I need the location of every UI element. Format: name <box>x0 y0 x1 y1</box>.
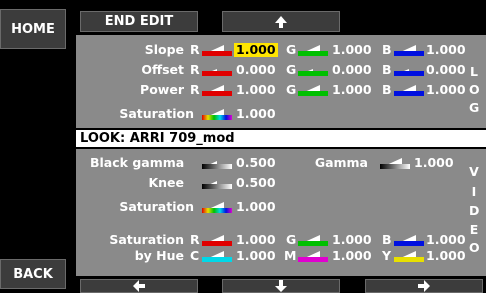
arrow-up-icon <box>275 15 287 28</box>
black-gamma-value[interactable]: 0.500 <box>236 156 276 170</box>
offset-label: Offset <box>141 62 184 77</box>
gamma-value[interactable]: 1.000 <box>414 156 454 170</box>
hue-g-value[interactable]: 1.000 <box>332 233 372 247</box>
offset-g-value[interactable]: 0.000 <box>332 63 372 77</box>
power-r-value[interactable]: 1.000 <box>236 83 276 97</box>
power-g-slider[interactable] <box>298 83 328 97</box>
hue-r-slider[interactable] <box>202 233 232 247</box>
video-side-label-d: D <box>469 203 480 218</box>
offset-b-slider[interactable] <box>394 63 424 77</box>
video-panel: Black gamma 0.500 Gamma 1.000 Knee 0.500… <box>76 149 486 276</box>
end-edit-label: END EDIT <box>104 14 174 29</box>
home-button[interactable]: HOME <box>0 9 66 49</box>
arrow-left-icon <box>133 280 145 292</box>
power-b-slider[interactable] <box>394 83 424 97</box>
slope-g-slider[interactable] <box>298 43 328 57</box>
hue-b-value[interactable]: 1.000 <box>426 233 466 247</box>
video-saturation-value[interactable]: 1.000 <box>236 200 276 214</box>
hue-g-slider[interactable] <box>298 233 328 247</box>
slope-b-channel: B <box>382 42 392 57</box>
slope-r-slider[interactable] <box>202 43 232 57</box>
hue-r-value[interactable]: 1.000 <box>236 233 276 247</box>
offset-b-channel: B <box>382 62 392 77</box>
left-button[interactable] <box>80 279 198 293</box>
offset-g-channel: G <box>286 62 297 77</box>
power-b-value[interactable]: 1.000 <box>426 83 466 97</box>
hue-m-slider[interactable] <box>298 249 328 263</box>
black-gamma-label: Black gamma <box>90 155 185 170</box>
slope-b-value[interactable]: 1.000 <box>426 43 466 57</box>
knee-value[interactable]: 0.500 <box>236 176 276 190</box>
slope-label: Slope <box>144 42 184 57</box>
end-edit-button[interactable]: END EDIT <box>80 11 198 32</box>
black-gamma-slider[interactable] <box>202 156 232 170</box>
hue-y-value[interactable]: 1.000 <box>426 249 466 263</box>
look-title: LOOK: ARRI 709_mod <box>76 130 486 147</box>
log-panel: Slope R 1.000 G 1.000 B 1.000 Offset R 0… <box>76 35 486 128</box>
right-button[interactable] <box>365 279 483 293</box>
hue-m-channel: M <box>284 248 297 263</box>
log-saturation-slider[interactable] <box>202 107 232 121</box>
video-side-label-v: V <box>469 164 479 179</box>
slope-g-channel: G <box>286 42 297 57</box>
hue-b-slider[interactable] <box>394 233 424 247</box>
sat-by-hue-label-2: by Hue <box>134 248 184 263</box>
offset-r-channel: R <box>190 62 200 77</box>
back-label: BACK <box>13 266 53 282</box>
hue-c-value[interactable]: 1.000 <box>236 249 276 263</box>
slope-r-value[interactable]: 1.000 <box>234 43 278 57</box>
video-side-label-o: O <box>469 240 480 255</box>
home-label: HOME <box>11 21 55 37</box>
power-r-slider[interactable] <box>202 83 232 97</box>
power-g-value[interactable]: 1.000 <box>332 83 372 97</box>
knee-label: Knee <box>148 175 184 190</box>
gamma-slider[interactable] <box>380 156 410 170</box>
hue-y-slider[interactable] <box>394 249 424 263</box>
hue-b-channel: B <box>382 232 392 247</box>
hue-y-channel: Y <box>382 248 392 263</box>
back-button[interactable]: BACK <box>0 259 66 289</box>
power-label: Power <box>140 82 184 97</box>
power-r-channel: R <box>190 82 200 97</box>
knee-slider[interactable] <box>202 176 232 190</box>
hue-r-channel: R <box>190 232 200 247</box>
video-side-label-i: I <box>471 184 477 199</box>
hue-g-channel: G <box>286 232 297 247</box>
video-saturation-label: Saturation <box>119 199 194 214</box>
log-side-label-g: G <box>469 100 480 115</box>
slope-r-channel: R <box>190 42 200 57</box>
down-button[interactable] <box>222 279 340 293</box>
log-saturation-value[interactable]: 1.000 <box>236 107 276 121</box>
log-saturation-label: Saturation <box>119 106 194 121</box>
hue-m-value[interactable]: 1.000 <box>332 249 372 263</box>
arrow-down-icon <box>275 280 287 292</box>
offset-r-slider[interactable] <box>202 63 232 77</box>
video-side-label-e: E <box>469 222 479 237</box>
offset-r-value[interactable]: 0.000 <box>236 63 276 77</box>
sat-by-hue-label-1: Saturation <box>109 232 184 247</box>
hue-c-channel: C <box>190 248 200 263</box>
slope-g-value[interactable]: 1.000 <box>332 43 372 57</box>
arrow-right-icon <box>418 280 430 292</box>
gamma-label: Gamma <box>314 155 368 170</box>
power-g-channel: G <box>286 82 297 97</box>
offset-b-value[interactable]: 0.000 <box>426 63 466 77</box>
hue-c-slider[interactable] <box>202 249 232 263</box>
log-side-label-l: L <box>470 64 478 79</box>
log-side-label-o: O <box>469 82 480 97</box>
video-saturation-slider[interactable] <box>202 200 232 214</box>
up-button[interactable] <box>222 11 340 32</box>
slope-b-slider[interactable] <box>394 43 424 57</box>
offset-g-slider[interactable] <box>298 63 328 77</box>
power-b-channel: B <box>382 82 392 97</box>
